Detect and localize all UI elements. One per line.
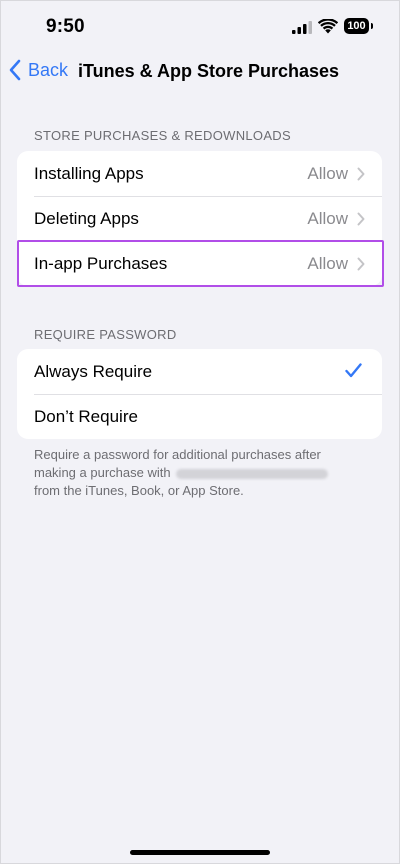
- status-time: 9:50: [46, 16, 85, 37]
- row-label: Don’t Require: [34, 406, 138, 426]
- row-label: Always Require: [34, 361, 153, 381]
- navigation-bar: Back iTunes & App Store Purchases: [0, 54, 400, 94]
- always-require-row[interactable]: Always Require: [17, 349, 382, 394]
- signal-icon: [292, 21, 312, 34]
- chevron-left-icon: [9, 59, 21, 81]
- deleting-apps-row[interactable]: Deleting Apps Allow: [17, 196, 382, 241]
- page-title: iTunes & App Store Purchases: [78, 61, 340, 81]
- section-header-password: REQUIRE PASSWORD: [34, 327, 177, 342]
- footer-line-2: making a purchase with: [34, 465, 171, 480]
- battery-level: 100: [344, 18, 369, 34]
- chevron-right-icon: [357, 257, 365, 271]
- row-label: In-app Purchases: [34, 253, 168, 273]
- footer-line-1: Require a password for additional purcha…: [34, 447, 321, 462]
- require-password-group: Always Require Don’t Require: [17, 349, 382, 439]
- installing-apps-row[interactable]: Installing Apps Allow: [17, 151, 382, 196]
- home-indicator[interactable]: [130, 850, 270, 855]
- back-button[interactable]: Back: [8, 58, 68, 82]
- chevron-right-icon: [357, 212, 365, 226]
- checkmark-icon: [345, 363, 362, 378]
- section-header-store: STORE PURCHASES & REDOWNLOADS: [34, 128, 291, 143]
- row-value: Allow: [307, 163, 348, 183]
- store-purchases-group: Installing Apps Allow Deleting Apps Allo…: [17, 151, 382, 286]
- status-bar: 9:50 100: [0, 0, 400, 54]
- row-label: Deleting Apps: [34, 208, 139, 228]
- chevron-right-icon: [357, 167, 365, 181]
- password-footer-note: Require a password for additional purcha…: [34, 446, 369, 500]
- battery-icon: 100: [344, 18, 374, 34]
- blurred-email: [176, 468, 329, 479]
- row-value: Allow: [307, 253, 348, 273]
- row-label: Installing Apps: [34, 163, 144, 183]
- footer-line-3: from the iTunes, Book, or App Store.: [34, 483, 244, 498]
- dont-require-row[interactable]: Don’t Require: [17, 394, 382, 439]
- in-app-purchases-row[interactable]: In-app Purchases Allow: [17, 241, 382, 286]
- back-label: Back: [28, 59, 69, 80]
- row-value: Allow: [307, 208, 348, 228]
- wifi-icon: [318, 19, 338, 34]
